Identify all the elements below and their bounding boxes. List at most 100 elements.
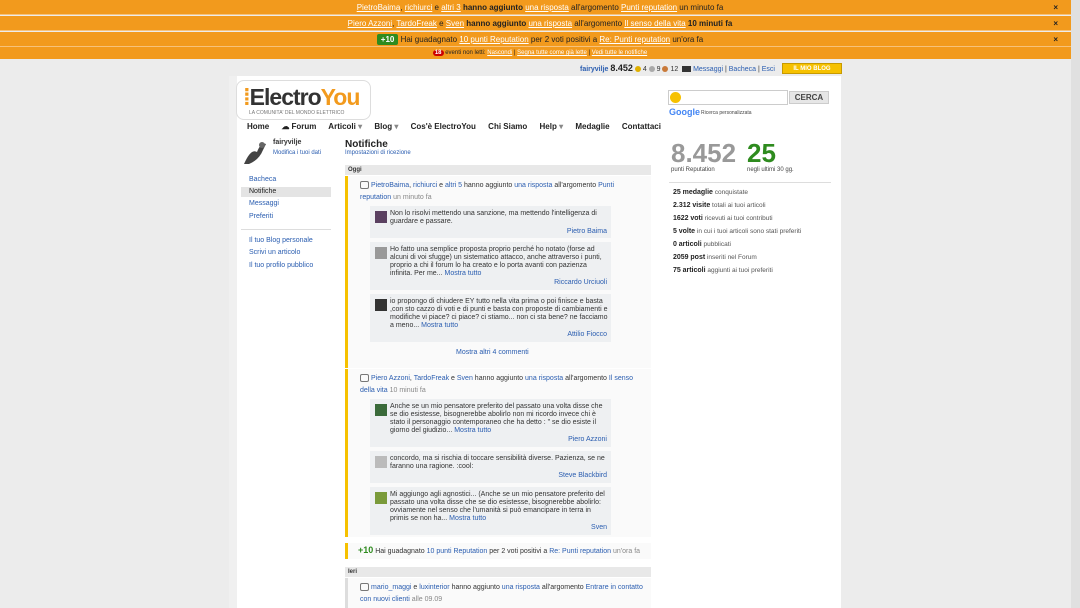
avatar[interactable] bbox=[241, 138, 269, 166]
reply-icon bbox=[360, 181, 369, 190]
nav-help[interactable]: Help ▾ bbox=[540, 122, 564, 131]
close-icon[interactable]: × bbox=[1053, 32, 1058, 47]
notification-bar-2: Piero Azzoni, TardoFreak e Sven hanno ag… bbox=[0, 16, 1080, 31]
sidebar-item-notifications[interactable]: Notifiche bbox=[241, 187, 331, 197]
search-input[interactable] bbox=[668, 90, 788, 105]
nav-forum[interactable]: ☁ Forum bbox=[281, 122, 316, 131]
comment-author[interactable]: Sven bbox=[591, 524, 607, 532]
reply-link[interactable]: una risposta bbox=[525, 375, 563, 382]
settings-link[interactable]: Impostazioni di ricezione bbox=[345, 150, 411, 156]
user-link[interactable]: mario_maggi bbox=[371, 584, 411, 591]
topic-link[interactable]: Re: Punti reputation bbox=[549, 548, 611, 555]
bronze-medal-icon bbox=[662, 66, 669, 73]
others-link[interactable]: altri 5 bbox=[445, 182, 462, 189]
topic-link[interactable]: Punti reputation bbox=[621, 3, 677, 12]
reply-link[interactable]: una risposta bbox=[502, 584, 540, 591]
chevron-down-icon: ▾ bbox=[358, 122, 363, 131]
logo[interactable]: ⁞ElectroYou LA COMUNITA' DEL MONDO ELETT… bbox=[236, 80, 371, 120]
show-more-link[interactable]: Mostra tutto bbox=[454, 427, 491, 434]
comment-author[interactable]: Attilio Fiocco bbox=[567, 331, 607, 339]
sidebar-item-board[interactable]: Bacheca bbox=[241, 175, 331, 185]
user-link[interactable]: Piero Azzoni bbox=[371, 375, 410, 382]
search-button[interactable]: CERCA bbox=[789, 91, 829, 104]
points-badge: +10 bbox=[376, 34, 399, 45]
gold-medal-icon bbox=[634, 66, 641, 73]
google-logo: Google bbox=[669, 107, 700, 117]
see-all-link[interactable]: Vedi tutte le notifiche bbox=[592, 50, 647, 56]
show-more-link[interactable]: Mostra tutto bbox=[449, 515, 486, 522]
nav-blog[interactable]: Blog ▾ bbox=[374, 122, 398, 131]
topic-link[interactable]: Il senso della vita bbox=[624, 19, 685, 28]
comment: Non lo risolvi mettendo una sanzione, ma… bbox=[370, 206, 611, 238]
user-link[interactable]: Piero Azzoni bbox=[348, 19, 392, 28]
comment: concordo, ma si rischia di toccare sensi… bbox=[370, 451, 611, 483]
show-more-comments-link[interactable]: Mostra altri 4 commenti bbox=[456, 349, 529, 356]
show-more-link[interactable]: Mostra tutto bbox=[444, 270, 481, 277]
sidebar-item-blog[interactable]: Il tuo Blog personale bbox=[241, 236, 331, 246]
points-notification: +10 Hai guadagnato 10 punti Reputation p… bbox=[345, 543, 651, 559]
user-link[interactable]: richiurci bbox=[413, 182, 437, 189]
comment-text: Ho fatto una semplice proposta proprio p… bbox=[390, 246, 602, 277]
close-icon[interactable]: × bbox=[1053, 16, 1058, 31]
username-link[interactable]: fairyvilje bbox=[580, 66, 608, 73]
stat-line: 2.312 visite totali ai tuoi articoli bbox=[673, 202, 766, 209]
show-more-link[interactable]: Mostra tutto bbox=[421, 322, 458, 329]
nav-who[interactable]: Chi Siamo bbox=[488, 122, 527, 131]
comment: Ho fatto una semplice proposta proprio p… bbox=[370, 242, 611, 290]
avatar[interactable] bbox=[375, 456, 387, 468]
comment: Mi aggiungo agli agnostici... (Anche se … bbox=[370, 487, 611, 535]
day-header-yesterday: Ieri bbox=[345, 567, 651, 577]
unread-count-badge: 18 bbox=[432, 50, 444, 56]
nav-about[interactable]: Cos'è ElectroYou bbox=[411, 122, 476, 131]
reply-link[interactable]: una risposta bbox=[525, 3, 569, 12]
stat-line: 75 articoli aggiunti ai tuoi preferiti bbox=[673, 267, 773, 274]
avatar[interactable] bbox=[375, 247, 387, 259]
topic-link[interactable]: Re: Punti reputation bbox=[599, 35, 670, 44]
comment-author[interactable]: Piero Azzoni bbox=[568, 436, 607, 444]
reply-link[interactable]: una risposta bbox=[514, 182, 552, 189]
page-title: Notifiche bbox=[345, 139, 388, 150]
modify-profile-link[interactable]: Modifica i tuoi dati bbox=[273, 149, 323, 157]
divider bbox=[241, 229, 331, 230]
user-link[interactable]: TardoFreak bbox=[396, 19, 436, 28]
user-link[interactable]: richiurci bbox=[405, 3, 433, 12]
profile-name[interactable]: fairyvilje bbox=[273, 139, 301, 146]
user-link[interactable]: luxinterior bbox=[419, 584, 449, 591]
user-link[interactable]: altri 3 bbox=[441, 3, 461, 12]
chevron-down-icon: ▾ bbox=[559, 122, 564, 131]
avatar[interactable] bbox=[375, 404, 387, 416]
points-link[interactable]: 10 punti Reputation bbox=[427, 548, 488, 555]
close-icon[interactable]: × bbox=[1053, 0, 1058, 15]
board-link[interactable]: Bacheca bbox=[729, 66, 756, 73]
mark-read-link[interactable]: Segna tutte come già lette bbox=[517, 50, 587, 56]
user-link[interactable]: Sven bbox=[446, 19, 464, 28]
nav-articles[interactable]: Articoli ▾ bbox=[328, 122, 362, 131]
logout-link[interactable]: Esci bbox=[762, 66, 775, 73]
avatar[interactable] bbox=[375, 211, 387, 223]
user-link[interactable]: PietroBaima bbox=[357, 3, 401, 12]
comment-author[interactable]: Pietro Baima bbox=[567, 228, 607, 236]
avatar[interactable] bbox=[375, 492, 387, 504]
notification-item: mario_maggi e luxinterior hanno aggiunto… bbox=[345, 578, 651, 608]
nav-contact[interactable]: Contattaci bbox=[622, 122, 661, 131]
comment-author[interactable]: Riccardo Urciuoli bbox=[554, 279, 607, 287]
avatar[interactable] bbox=[375, 299, 387, 311]
sidebar-item-favorites[interactable]: Preferiti bbox=[241, 212, 331, 222]
user-link[interactable]: TardoFreak bbox=[414, 375, 449, 382]
nav-home[interactable]: Home bbox=[247, 122, 269, 131]
comment-text: Anche se un mio pensatore preferito del … bbox=[390, 403, 603, 434]
user-link[interactable]: PietroBaima bbox=[371, 182, 409, 189]
messages-link[interactable]: Messaggi bbox=[693, 66, 723, 73]
comment: Anche se un mio pensatore preferito del … bbox=[370, 399, 611, 447]
comment-author[interactable]: Steve Blackbird bbox=[558, 472, 607, 480]
reply-link[interactable]: una risposta bbox=[528, 19, 572, 28]
nav-medals[interactable]: Medaglie bbox=[575, 122, 609, 131]
sidebar-item-public-profile[interactable]: Il tuo profilo pubblico bbox=[241, 261, 331, 271]
sidebar-item-messages[interactable]: Messaggi bbox=[241, 199, 331, 209]
my-blog-button[interactable]: IL MIO BLOG bbox=[782, 63, 842, 74]
hide-link[interactable]: Nascondi bbox=[487, 50, 512, 56]
sidebar-item-write[interactable]: Scrivi un articolo bbox=[241, 248, 331, 258]
scrollbar[interactable] bbox=[1071, 0, 1080, 608]
user-link[interactable]: Sven bbox=[457, 375, 473, 382]
points-link[interactable]: 10 punti Reputation bbox=[459, 35, 528, 44]
